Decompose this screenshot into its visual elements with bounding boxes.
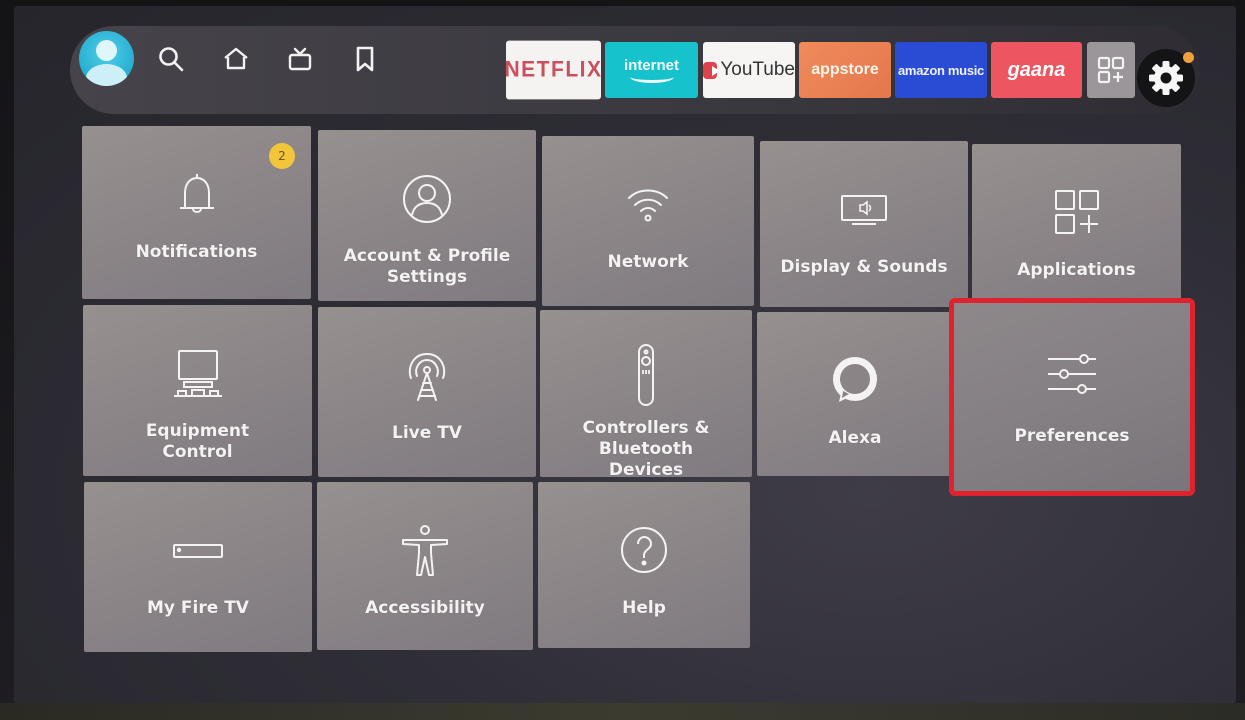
tile-label: Applications: [1017, 260, 1136, 280]
app-amazon-music-label: amazon music: [898, 62, 984, 78]
tile-label: Account & Profile Settings: [343, 246, 511, 287]
app-internet[interactable]: internet: [605, 42, 698, 98]
search-icon[interactable]: [156, 44, 186, 74]
youtube-play-icon: [703, 61, 721, 79]
alexa-icon: [827, 352, 883, 410]
antenna-icon: [399, 347, 455, 405]
all-apps-button[interactable]: [1087, 42, 1135, 98]
app-appstore[interactable]: appstore: [799, 42, 891, 98]
wifi-icon: [620, 176, 676, 234]
avatar-body: [86, 64, 127, 86]
tv-icon[interactable]: [285, 44, 315, 74]
avatar-head: [96, 40, 117, 61]
bell-icon: [169, 166, 225, 224]
tile-help[interactable]: Help: [538, 482, 750, 648]
tile-accessibility[interactable]: Accessibility: [317, 482, 533, 650]
app-gaana[interactable]: gaana: [991, 42, 1082, 98]
apps-icon: [1049, 184, 1105, 242]
sliders-icon: [1044, 346, 1100, 404]
app-appstore-label: appstore: [811, 61, 879, 78]
app-netflix-label: NETFLIX: [504, 57, 603, 82]
tile-label: Equipment Control: [145, 421, 250, 462]
display-sound-icon: [836, 181, 892, 239]
app-youtube-label: YouTube: [720, 59, 795, 80]
tile-live-tv[interactable]: Live TV: [318, 307, 536, 477]
tile-account-profile-settings[interactable]: Account & Profile Settings: [318, 130, 536, 301]
tile-alexa[interactable]: Alexa: [757, 312, 953, 476]
home-icon[interactable]: [221, 44, 251, 74]
firetv-device-icon: [170, 522, 226, 580]
tile-label: Alexa: [828, 428, 882, 448]
account-icon: [399, 170, 455, 228]
tile-label: Accessibility: [365, 598, 485, 618]
help-icon: [616, 522, 672, 580]
tile-preferences[interactable]: Preferences: [949, 298, 1195, 496]
settings-notification-dot: [1183, 52, 1194, 63]
tile-equipment-control[interactable]: Equipment Control: [83, 305, 312, 476]
amazon-smile-icon: [629, 71, 674, 83]
gear-icon: [1149, 61, 1183, 95]
tile-label: Controllers & Bluetooth Devices: [582, 418, 710, 480]
tile-label: Notifications: [135, 242, 258, 262]
apps-grid-plus-icon: [1097, 56, 1125, 84]
tile-label: My Fire TV: [147, 598, 249, 618]
accessibility-icon: [397, 522, 453, 580]
tile-network[interactable]: Network: [542, 136, 754, 306]
tv-stand: [0, 703, 1245, 720]
equipment-icon: [170, 345, 226, 403]
tile-label: Help: [622, 598, 666, 618]
tile-label: Network: [607, 252, 689, 272]
tile-my-fire-tv[interactable]: My Fire TV: [84, 482, 312, 652]
remote-icon: [618, 342, 674, 408]
app-amazon-music[interactable]: amazon music: [895, 42, 987, 98]
profile-avatar[interactable]: [79, 31, 134, 86]
tile-label: Preferences: [1014, 426, 1130, 446]
bookmark-icon[interactable]: [350, 44, 380, 74]
tile-display-sounds[interactable]: Display & Sounds: [760, 141, 968, 307]
tile-label: Live TV: [392, 423, 462, 443]
tile-label: Display & Sounds: [780, 257, 948, 277]
tile-controllers-bluetooth-devices[interactable]: Controllers & Bluetooth Devices: [540, 310, 752, 480]
tile-notifications[interactable]: 2 Notifications: [82, 126, 311, 299]
tile-applications[interactable]: Applications: [972, 144, 1181, 304]
app-netflix[interactable]: NETFLIX: [504, 40, 603, 100]
notification-count-badge: 2: [269, 143, 295, 169]
app-gaana-label: gaana: [1007, 58, 1066, 81]
app-youtube[interactable]: YouTube: [703, 42, 795, 98]
